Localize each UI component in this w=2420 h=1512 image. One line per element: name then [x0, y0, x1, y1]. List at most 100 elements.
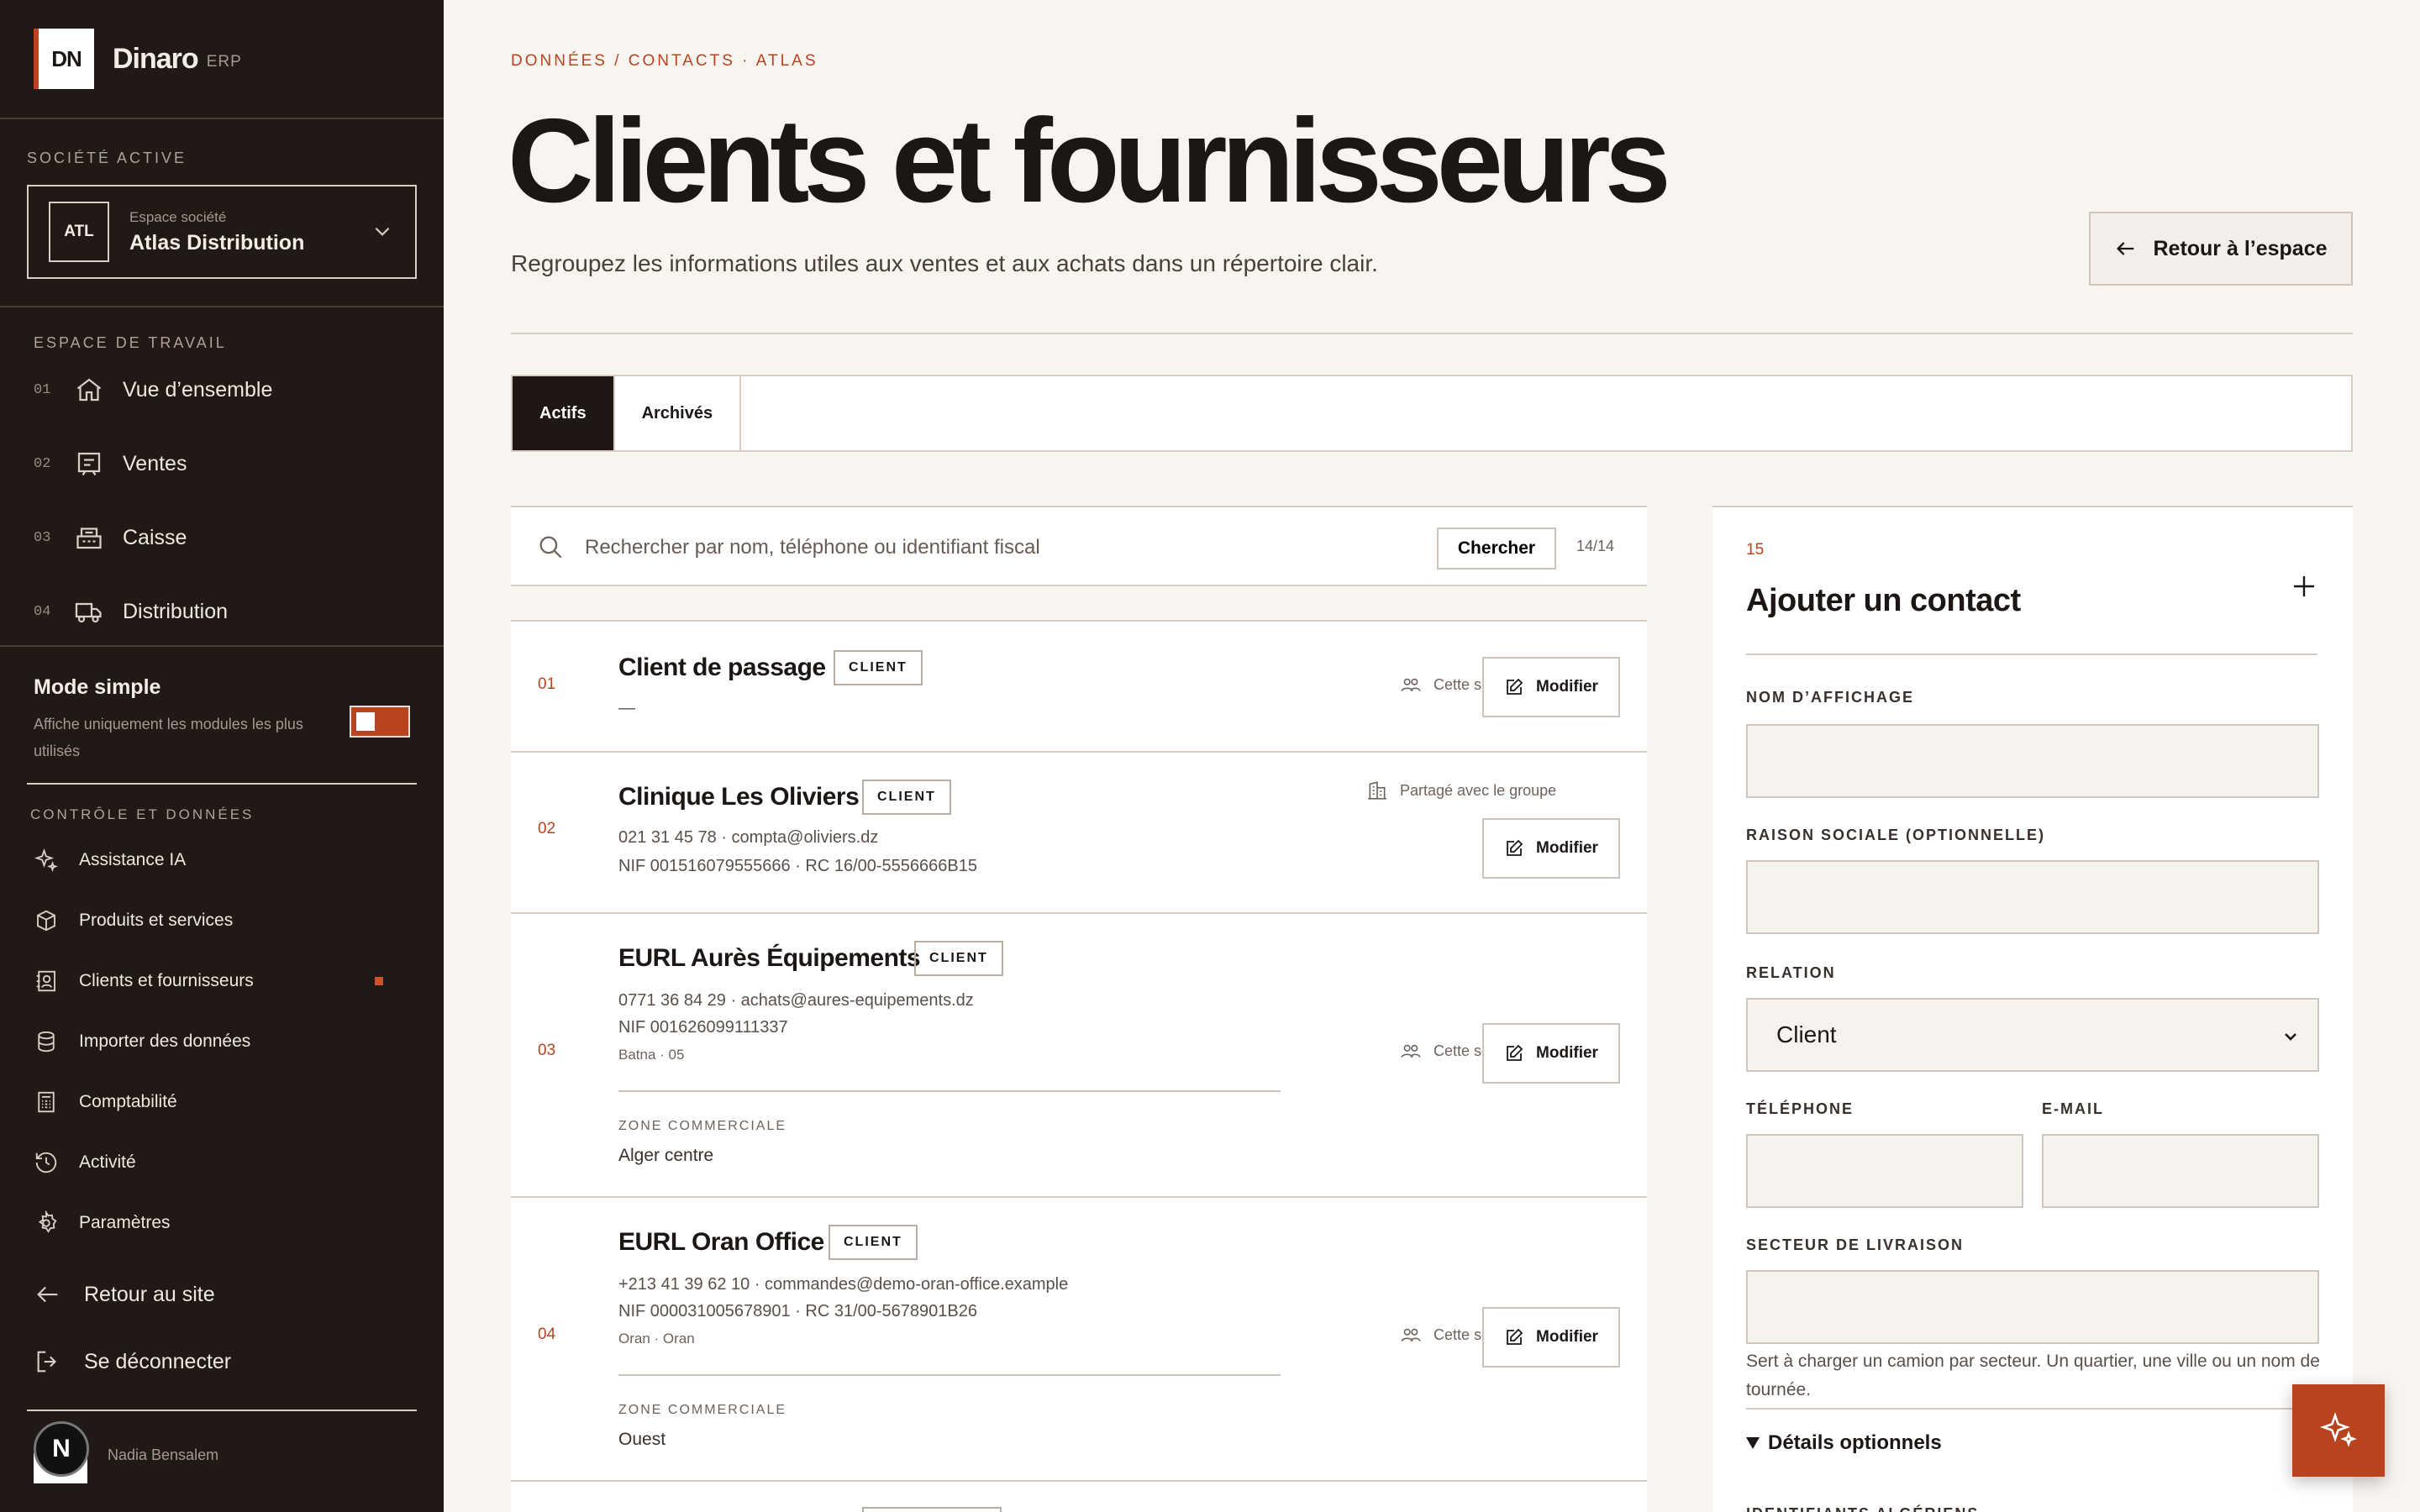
status-tabs: Actifs Archivés: [511, 375, 2353, 452]
nav-item-distribution[interactable]: 04 Distribution: [34, 586, 420, 637]
edit-button[interactable]: Modifier: [1482, 657, 1620, 717]
back-to-workspace-button[interactable]: Retour à l’espace: [2089, 212, 2353, 286]
optional-details-toggle[interactable]: Détails optionnels: [1746, 1431, 1942, 1455]
relation-value: Client: [1776, 1021, 1837, 1047]
avatar[interactable]: N: [34, 1421, 89, 1477]
nav-item-sales[interactable]: 02 Ventes: [34, 438, 420, 489]
zone-label: ZONE COMMERCIALE: [618, 1403, 787, 1417]
tab-active[interactable]: Actifs: [513, 376, 615, 450]
nav-label: Comptabilité: [79, 1092, 177, 1111]
plus-icon[interactable]: [2289, 571, 2319, 601]
contact-list: 01 Client de passage CLIENT — Cette soci…: [511, 620, 1647, 1512]
receipt-icon: [74, 449, 104, 479]
home-icon: [74, 375, 104, 405]
relation-badge: CLIENT: [914, 941, 1003, 976]
nav-label: Distribution: [123, 599, 229, 623]
contact-row[interactable]: 04 EURL Oran Office CLIENT +213 41 39 62…: [511, 1198, 1647, 1482]
database-icon: [34, 1029, 59, 1054]
contact-row[interactable]: 02 Clinique Les Oliviers CLIENT 021 31 4…: [511, 753, 1647, 914]
simple-mode-toggle[interactable]: [350, 706, 410, 738]
relation-select[interactable]: Client: [1746, 998, 2319, 1072]
contact-row[interactable]: [511, 1482, 1647, 1512]
relation-label: RELATION: [1746, 964, 1836, 981]
display-name-field[interactable]: [1746, 724, 2319, 798]
relation-badge: CLIENT: [829, 1225, 918, 1260]
panel-title: Ajouter un contact: [1746, 583, 2021, 618]
nav-item-overview[interactable]: 01 Vue d’ensemble: [34, 365, 420, 415]
box-icon: [34, 908, 59, 933]
nav-item-contacts[interactable]: Clients et fournisseurs: [34, 961, 417, 1001]
simple-mode-title: Mode simple: [34, 675, 161, 699]
divider: [27, 1410, 417, 1411]
nav-number: 03: [34, 529, 51, 546]
company-section-label: SOCIÉTÉ ACTIVE: [27, 150, 187, 166]
arrow-left-icon: [2117, 242, 2134, 255]
nav-item-register[interactable]: 03 Caisse: [34, 512, 420, 563]
divider: [618, 1374, 1281, 1376]
back-to-site-label: Retour au site: [84, 1282, 215, 1306]
contact-row[interactable]: 03 EURL Aurès Équipements CLIENT 0771 36…: [511, 914, 1647, 1198]
search-input[interactable]: [585, 528, 1408, 568]
nav-label: Importer des données: [79, 1032, 251, 1051]
arrow-left-icon: [34, 1280, 62, 1309]
zone-value: Ouest: [618, 1430, 666, 1449]
gear-icon: [34, 1210, 59, 1236]
phone-field[interactable]: [1746, 1134, 2023, 1208]
edit-button[interactable]: Modifier: [1482, 818, 1620, 879]
ai-assistant-button[interactable]: [2292, 1384, 2385, 1477]
row-number: 01: [538, 675, 556, 693]
disclosure-triangle-icon: [1746, 1437, 1760, 1449]
contact-row[interactable]: 01 Client de passage CLIENT — Cette soci…: [511, 622, 1647, 753]
tab-archived[interactable]: Archivés: [615, 376, 742, 450]
contact-name[interactable]: EURL Oran Office: [618, 1228, 824, 1257]
nav-item-activity[interactable]: Activité: [34, 1142, 417, 1183]
nav-item-ai-assistance[interactable]: Assistance IA: [34, 840, 417, 880]
simple-mode-section: Mode simple Affiche uniquement les modul…: [0, 645, 444, 785]
contact-tax-ids: NIF 001516079555666 · RC 16/00-5556666B1…: [618, 857, 977, 875]
edit-icon: [1507, 839, 1523, 856]
display-name-label: NOM D’AFFICHAGE: [1746, 689, 1914, 706]
delivery-sector-field[interactable]: [1746, 1270, 2319, 1344]
brand[interactable]: DN Dinaro ERP: [0, 0, 444, 119]
legal-name-field[interactable]: [1746, 860, 2319, 934]
contact-location: Batna · 05: [618, 1047, 685, 1063]
users-icon: [1401, 1328, 1421, 1341]
share-scope: Partagé avec le groupe: [1366, 780, 1556, 801]
nav-item-products[interactable]: Produits et services: [34, 900, 417, 941]
contact-name[interactable]: EURL Aurès Équipements: [618, 944, 921, 973]
chevron-down-icon: [371, 220, 393, 242]
nav-label: Clients et fournisseurs: [79, 971, 254, 990]
brand-suffix: ERP: [206, 53, 242, 71]
add-contact-panel: 15 Ajouter un contact NOM D’AFFICHAGE RA…: [1712, 506, 2353, 1512]
zone-value: Alger centre: [618, 1146, 714, 1165]
search-button[interactable]: Chercher: [1437, 528, 1556, 570]
brand-logo: DN: [34, 29, 94, 89]
divider: [511, 333, 2353, 334]
back-to-site-link[interactable]: Retour au site: [34, 1272, 215, 1317]
nav-item-accounting[interactable]: Comptabilité: [34, 1082, 417, 1122]
contact-details: —: [618, 699, 635, 717]
contact-location: Oran · Oran: [618, 1331, 695, 1347]
result-count: 14/14: [1576, 538, 1615, 554]
contact-name[interactable]: Client de passage: [618, 654, 826, 682]
edit-button[interactable]: Modifier: [1482, 1023, 1620, 1084]
breadcrumb: DONNÉES / CONTACTS · ATLAS: [511, 52, 818, 70]
simple-mode-description: Affiche uniquement les modules les plus …: [34, 716, 303, 759]
edit-button[interactable]: Modifier: [1482, 1307, 1620, 1368]
nav-label: Ventes: [123, 451, 187, 475]
email-label: E-MAIL: [2042, 1100, 2104, 1117]
contact-name[interactable]: Clinique Les Oliviers: [618, 783, 860, 811]
logout-link[interactable]: Se déconnecter: [34, 1339, 231, 1384]
active-indicator: [375, 977, 383, 985]
nav-item-settings[interactable]: Paramètres: [34, 1203, 417, 1243]
divider: [27, 783, 417, 785]
nav-label: Produits et services: [79, 911, 234, 930]
company-selector[interactable]: ATL Espace société Atlas Distribution: [27, 185, 417, 279]
row-number: 03: [538, 1042, 556, 1059]
main-content: DONNÉES / CONTACTS · ATLAS Clients et fo…: [444, 0, 2420, 1512]
truck-icon: [74, 596, 104, 627]
email-field[interactable]: [2042, 1134, 2319, 1208]
nav-item-import[interactable]: Importer des données: [34, 1021, 417, 1062]
nav-number: 04: [34, 603, 51, 620]
phone-label: TÉLÉPHONE: [1746, 1100, 1854, 1117]
